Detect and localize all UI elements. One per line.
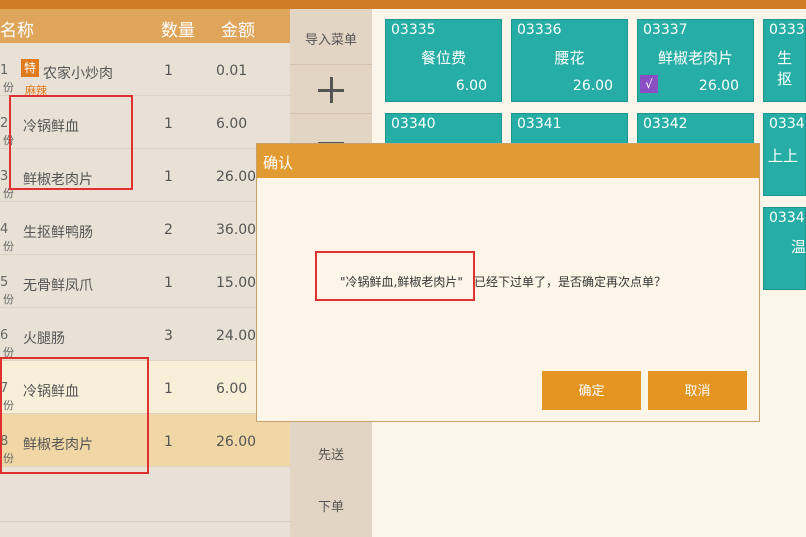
row-qty: 1 (164, 63, 173, 79)
dish-code: 03336 (517, 22, 562, 38)
dish-code: 03337 (643, 22, 688, 38)
cancel-button[interactable]: 取消 (648, 371, 747, 410)
dialog-title: 确认 (263, 154, 294, 172)
dish-price: 6.00 (455, 78, 487, 94)
order-row[interactable]: 1 份 特 农家小炒肉 麻辣 1 0.01 (0, 43, 290, 97)
dish-code: 03340 (391, 116, 436, 132)
row-amount: 36.00 (216, 222, 257, 238)
row-dish-name: 鲜椒老肉片 (23, 437, 93, 453)
dish-price: 26.00 (572, 78, 613, 94)
row-qty: 2 (164, 222, 173, 238)
plus-icon-vertical (330, 77, 333, 103)
row-amount: 24.00 (216, 328, 257, 344)
row-index: 5 (0, 275, 9, 290)
dish-code: 03335 (391, 22, 436, 38)
dish-card[interactable]: 03335 餐位费 6.00 (385, 19, 502, 102)
order-list-header: 名称 数量 金额 (0, 9, 290, 43)
dialog-message: "冷锅鲜血,鲜椒老肉片" 已经下过单了，是否确定再次点单？ (340, 273, 666, 290)
dialog-header: 确认 (257, 144, 759, 178)
dish-card[interactable]: 0334 温 (763, 207, 806, 290)
dish-price: 26.00 (698, 78, 739, 94)
row-unit: 份 (3, 452, 14, 465)
place-order-button[interactable]: 下单 (290, 496, 372, 515)
top-bar (0, 0, 806, 9)
row-unit: 份 (3, 399, 14, 412)
row-qty: 1 (164, 434, 173, 450)
dialog-message-question: 已经下过单了，是否确定再次点单？ (474, 275, 667, 289)
send-first-button[interactable]: 先送 (290, 444, 372, 463)
confirm-button[interactable]: 确定 (542, 371, 641, 410)
row-unit: 份 (3, 187, 14, 200)
dish-code: 0334 (769, 210, 805, 226)
column-header-name: 名称 (0, 21, 34, 41)
row-unit: 份 (3, 134, 14, 147)
order-row[interactable]: 7 份 冷锅鲜血 1 6.00 (0, 361, 290, 414)
add-button[interactable] (290, 64, 372, 114)
row-index: 2 (0, 116, 9, 131)
row-dish-name: 鲜椒老肉片 (23, 172, 93, 188)
dish-code: 03342 (643, 116, 688, 132)
row-index: 6 (0, 328, 9, 343)
order-row[interactable]: 3 份 鲜椒老肉片 1 26.00 (0, 149, 290, 202)
confirm-dialog: 确认 "冷锅鲜血,鲜椒老肉片" 已经下过单了，是否确定再次点单？ 确定 取消 (256, 143, 760, 422)
dish-code: 0333 (769, 22, 805, 38)
row-dish-name: 火腿肠 (23, 331, 65, 347)
order-row[interactable]: 5 份 无骨鲜凤爪 1 15.00 (0, 255, 290, 308)
dish-card[interactable]: 0334 上上 (763, 113, 806, 196)
check-icon: √ (640, 75, 658, 93)
row-unit: 份 (3, 346, 14, 359)
dish-name: 生抠 (777, 49, 793, 88)
row-index: 3 (0, 169, 9, 184)
row-index: 4 (0, 222, 9, 237)
row-index: 7 (0, 381, 9, 396)
row-dish-name: 生抠鲜鸭肠 (23, 225, 93, 241)
dish-card[interactable]: 03336 腰花 26.00 (511, 19, 628, 102)
row-dish-name: 冷锅鲜血 (23, 119, 79, 135)
row-dish-name: 无骨鲜凤爪 (23, 278, 93, 294)
dialog-message-dishes: "冷锅鲜血,鲜椒老肉片" (340, 275, 463, 289)
dish-code: 03341 (517, 116, 562, 132)
row-dish-name: 农家小炒肉 (43, 66, 113, 82)
row-unit: 份 (3, 293, 14, 306)
row-qty: 1 (164, 169, 173, 185)
order-row-selected[interactable]: 8 份 鲜椒老肉片 1 26.00 (0, 414, 290, 467)
dish-name: 腰花 (554, 49, 585, 67)
row-dish-name: 冷锅鲜血 (23, 384, 79, 400)
row-amount: 26.00 (216, 169, 257, 185)
special-tag-badge: 特 (21, 59, 39, 77)
dish-code: 0334 (769, 116, 805, 132)
dish-name: 鲜椒老肉片 (657, 49, 733, 67)
row-qty: 3 (164, 328, 173, 344)
row-amount: 6.00 (216, 116, 248, 132)
row-qty: 1 (164, 381, 173, 397)
row-amount: 15.00 (216, 275, 257, 291)
order-row[interactable]: 2 份 冷锅鲜血 1 6.00 (0, 96, 290, 149)
row-qty: 1 (164, 116, 173, 132)
row-qty: 1 (164, 275, 173, 291)
row-unit: 份 (3, 240, 14, 253)
order-list-footer (0, 521, 290, 537)
row-amount: 0.01 (216, 63, 248, 79)
row-unit: 份 (3, 81, 14, 94)
dish-card-selected[interactable]: 03337 鲜椒老肉片 √ 26.00 (637, 19, 754, 102)
row-amount: 6.00 (216, 381, 248, 397)
row-index: 8 (0, 434, 9, 449)
dish-name: 温 (791, 238, 806, 256)
order-row[interactable]: 6 份 火腿肠 3 24.00 (0, 308, 290, 361)
import-menu-button[interactable]: 导入菜单 (290, 29, 372, 48)
row-amount: 26.00 (216, 434, 257, 450)
column-header-qty: 数量 (161, 21, 195, 41)
dish-name: 餐位费 (420, 49, 466, 67)
order-list-panel: 名称 数量 金额 1 份 特 农家小炒肉 麻辣 1 0.01 2 份 冷锅鲜血 … (0, 9, 290, 537)
column-header-amount: 金额 (221, 21, 255, 41)
order-row[interactable]: 4 份 生抠鲜鸭肠 2 36.00 (0, 202, 290, 255)
row-index: 1 (0, 63, 9, 78)
dish-card[interactable]: 0333 生抠 (763, 19, 806, 102)
dish-name: 上上 (768, 147, 799, 165)
